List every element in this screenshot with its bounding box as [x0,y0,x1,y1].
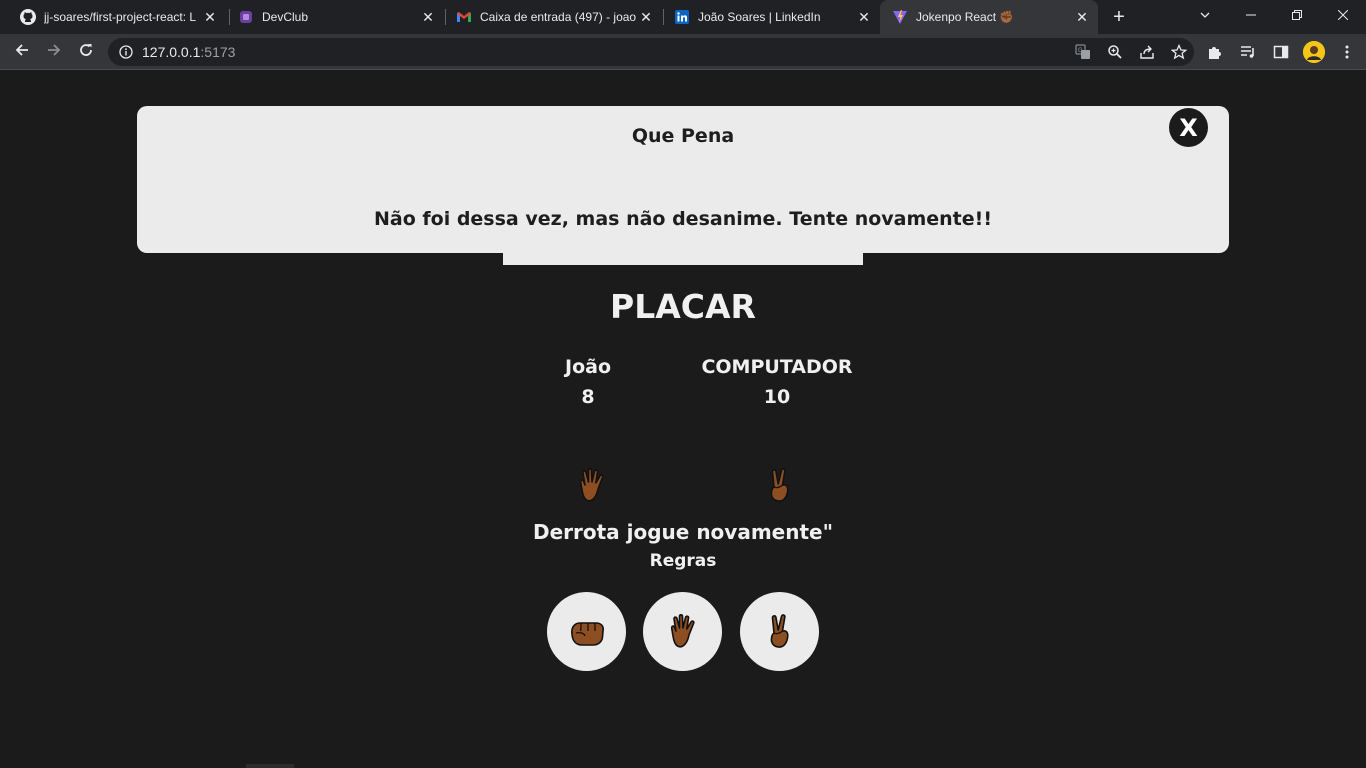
tab-github[interactable]: jj-soares/first-project-react: L ✕ [8,0,226,34]
gmail-icon [456,9,472,25]
computer-score-value: 10 [763,386,791,408]
scissors-hand-icon [770,613,789,648]
computer-name: COMPUTADOR [701,356,853,378]
tab-title: Jokenpo React ✊🏾 [916,10,1015,24]
tab-title: Caixa de entrada (497) - joao [480,10,637,24]
new-tab-button[interactable]: + [1108,6,1130,28]
result-modal: Que Pena Não foi dessa vez, mas não desa… [137,106,1229,253]
rules-link[interactable]: Regras [0,551,1366,571]
player-name: João [565,356,611,378]
tab-title: DevClub [262,10,309,24]
zoom-icon[interactable] [1106,43,1124,61]
scoreboard-title: PLACAR [610,287,756,326]
reload-icon [78,42,94,62]
github-icon [20,9,36,25]
computer-score: COMPUTADOR 10 [697,356,857,408]
extensions-puzzle-icon[interactable] [1204,41,1226,63]
paper-hand-icon [670,613,695,648]
result-text: Derrota jogue novamente" [532,520,834,544]
svg-text:G: G [1078,48,1083,54]
back-arrow-icon [14,42,30,62]
menu-kebab-icon[interactable] [1336,41,1358,63]
close-window-button[interactable] [1320,0,1366,30]
modal-close-button[interactable]: X [1169,108,1208,147]
player-score: João 8 [548,356,628,408]
close-tab-icon[interactable]: ✕ [1074,9,1090,25]
horizontal-scroll-indicator [246,764,294,768]
address-bar[interactable]: 127.0.0.1:5173 G [108,38,1194,66]
url-text: 127.0.0.1:5173 [142,44,235,60]
close-tab-icon[interactable]: ✕ [856,9,872,25]
forward-arrow-icon [46,42,62,62]
tab-title: jj-soares/first-project-react: L [44,10,197,24]
translate-icon[interactable]: G [1074,43,1092,61]
play-paper-button[interactable] [643,592,722,671]
url-host: 127.0.0.1 [142,44,201,60]
profile-avatar[interactable] [1303,41,1325,63]
rock-fist-icon [570,621,604,646]
play-rock-button[interactable] [547,592,626,671]
tab-gmail[interactable]: Caixa de entrada (497) - joao ✕ [444,0,662,34]
modal-message: Não foi dessa vez, mas não desanime. Ten… [373,208,992,230]
tab-title: João Soares | LinkedIn [698,10,821,24]
minimize-button[interactable] [1228,0,1274,30]
tab-search-chevron-icon[interactable] [1182,0,1228,30]
modal-tab-strip [503,253,863,265]
computer-choice-scissors-hand-icon [770,468,789,502]
url-port: :5173 [200,44,236,60]
back-button[interactable] [8,38,36,66]
media-queue-icon[interactable] [1237,41,1259,63]
modal-title: Que Pena [631,125,735,147]
tab-linkedin[interactable]: João Soares | LinkedIn ✕ [662,0,880,34]
site-info-icon[interactable] [119,45,133,59]
restore-button[interactable] [1274,0,1320,30]
player-choice-paper-hand-icon [579,468,604,502]
share-icon[interactable] [1138,43,1156,61]
player-score-value: 8 [581,386,595,408]
close-tab-icon[interactable]: ✕ [202,9,218,25]
close-tab-icon[interactable]: ✕ [638,9,654,25]
bookmark-star-icon[interactable] [1170,43,1188,61]
browser-tab-bar: jj-soares/first-project-react: L ✕ DevCl… [0,0,1366,34]
browser-toolbar: 127.0.0.1:5173 G [0,34,1366,70]
side-panel-icon[interactable] [1270,41,1292,63]
reload-button[interactable] [72,38,100,66]
forward-button[interactable] [40,38,68,66]
close-tab-icon[interactable]: ✕ [420,9,436,25]
devclub-icon [238,9,254,25]
tab-devclub[interactable]: DevClub ✕ [226,0,444,34]
linkedin-icon [674,9,690,25]
vite-icon [892,9,908,25]
play-scissors-button[interactable] [740,592,819,671]
tab-jokenpo[interactable]: Jokenpo React ✊🏾 ✕ [880,0,1098,34]
jokenpo-page: Que Pena Não foi dessa vez, mas não desa… [0,71,1366,768]
